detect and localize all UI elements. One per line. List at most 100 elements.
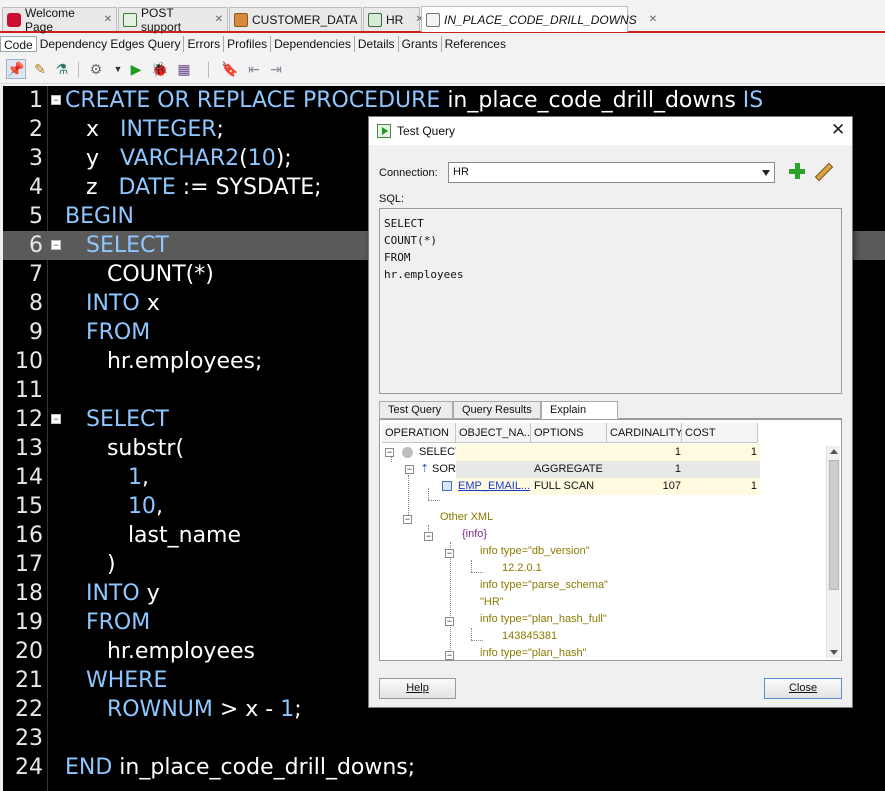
pin-icon[interactable]: 📌 [6,59,26,79]
connection-select[interactable]: HR [448,162,775,183]
tab-welcome-page[interactable]: Welcome Page ✕ [2,6,117,34]
column-header-operation[interactable]: OPERATION [382,423,456,443]
collapse-icon[interactable]: − [385,448,394,457]
subtab-profiles[interactable]: Profiles [224,36,272,52]
line-number: 14 [15,465,43,490]
collapse-icon[interactable]: − [405,465,414,474]
code-token: SELECT [65,233,169,258]
help-button[interactable]: Help [379,678,456,699]
column-header-options[interactable]: OPTIONS [531,423,607,443]
compile-icon[interactable]: ⚗ [52,59,72,79]
code-token: substr( [65,436,185,461]
add-connection-icon[interactable] [789,163,805,179]
code-token: VARCHAR2 [119,146,240,171]
tab-post-support[interactable]: POST support ✕ [118,5,228,34]
code-token: ( [239,146,248,171]
close-icon[interactable]: ✕ [215,14,223,25]
edit-icon[interactable]: ✎ [30,59,50,79]
close-icon[interactable]: ✕ [649,14,657,25]
code-token: > x - [212,697,281,722]
code-token: , [141,465,149,490]
code-token: END [65,755,120,780]
code-line[interactable]: 24 END in_place_code_drill_downs; [3,753,885,782]
close-icon[interactable]: ✕ [104,14,112,25]
collapse-icon[interactable]: − [445,617,454,626]
tab-explain-plan[interactable]: Explain Plan [541,401,618,432]
collapse-icon[interactable]: − [445,651,454,660]
sql-line: SELECT [384,217,424,230]
tab-label: POST support [141,5,182,34]
table-icon [234,12,248,27]
edit-connection-icon[interactable] [815,163,831,179]
xml-node: 143845381 [502,630,558,642]
tab-in-place-code-drill-downs[interactable]: IN_PLACE_CODE_DRILL_DOWNS ✕ [421,6,657,32]
close-button[interactable]: Close [764,678,842,699]
tab-customer-data[interactable]: CUSTOMER_DATA ✕ [229,7,378,31]
tree-line [471,640,483,641]
gear-icon[interactable]: ⚙ [86,59,106,79]
tab-test-query[interactable]: Test Query [379,401,453,419]
code-line[interactable]: 23 [3,724,885,753]
subtab-errors[interactable]: Errors [184,36,225,52]
procedure-icon [426,12,440,27]
code-text: INTO x [65,289,160,318]
line-number: 9 [29,320,43,345]
tree-line [471,560,472,572]
code-line[interactable]: 1− CREATE OR REPLACE PROCEDURE in_place_c… [3,86,885,115]
code-token: IS [742,88,764,113]
tree-line [471,628,472,640]
profile-icon[interactable]: ▦ [174,59,194,79]
code-text: SELECT [65,405,169,434]
subtab-dependency-edges-query[interactable]: Dependency Edges Query [37,36,185,52]
column-header-cost[interactable]: COST [682,423,758,443]
plan-row[interactable]: − SELECT 1 1 [382,444,822,461]
scroll-down-icon[interactable] [830,650,838,655]
tab-query-results[interactable]: Query Results [453,401,541,419]
collapse-icon[interactable]: − [445,549,454,558]
previous-bookmark-icon[interactable]: ⇤ [244,59,264,79]
code-token: INTEGER [119,117,217,142]
code-token: 1 [280,697,295,722]
code-text: FROM [65,608,150,637]
run-icon[interactable]: ▶ [126,59,146,79]
subtab-references[interactable]: References [442,36,509,52]
line-number: 13 [15,436,43,461]
plan-object-link[interactable]: EMP_EMAIL... [458,480,530,492]
column-header-cardinality[interactable]: CARDINALITY [607,423,682,443]
line-number: 5 [29,204,43,229]
code-text: INTO y [65,579,160,608]
toolbar-separator [208,62,209,78]
fold-icon[interactable]: − [51,95,61,105]
subtab-grants[interactable]: Grants [399,36,442,52]
line-number: 3 [29,146,43,171]
subtab-dependencies[interactable]: Dependencies [271,36,355,52]
next-bookmark-icon[interactable]: ⇥ [266,59,286,79]
tree-line [471,572,483,573]
fold-icon[interactable]: − [51,240,61,250]
test-query-dialog: Test Query ✕ Connection: HR SQL: SELECT … [368,116,853,708]
explain-plan-tree-table[interactable]: OPERATION OBJECT_NA... OPTIONS CARDINALI… [379,419,842,661]
column-header-object-name[interactable]: OBJECT_NA... [456,423,531,443]
fold-icon[interactable]: − [51,414,61,424]
line-number: 7 [29,262,43,287]
xml-node: Other XML [440,511,494,523]
scroll-up-icon[interactable] [830,449,838,454]
dialog-title: Test Query [397,124,456,138]
scroll-thumb[interactable] [829,460,839,590]
plan-scrollbar[interactable] [826,446,840,658]
debug-icon[interactable]: 🐞 [150,59,170,79]
close-icon[interactable]: ✕ [831,120,845,140]
subtab-code[interactable]: Code [0,36,37,52]
line-number: 12 [15,407,43,432]
collapse-icon[interactable]: − [403,515,412,524]
sql-text-area[interactable]: SELECT COUNT(*) FROM hr.employees [379,208,842,394]
code-text: ) [65,550,116,579]
plan-row[interactable]: − ⇡ SORT AGGREGATE 1 [382,461,822,478]
chevron-down-icon[interactable]: ▼ [108,59,128,79]
collapse-icon[interactable]: − [424,532,433,541]
plan-row[interactable]: EMP_EMAIL... FULL SCAN 107 1 [382,478,822,495]
bookmark-icon[interactable]: 🔖 [220,59,240,79]
code-token: x [65,117,120,142]
subtab-details[interactable]: Details [355,36,399,52]
tab-hr[interactable]: HR ✕ [363,7,424,31]
